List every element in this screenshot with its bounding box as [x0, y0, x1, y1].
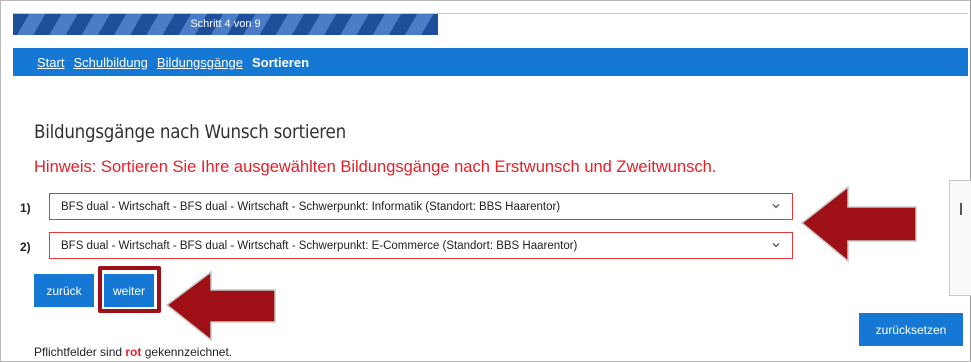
chevron-down-icon [772, 243, 780, 248]
choice-select-2[interactable]: BFS dual - Wirtschaft - BFS dual - Wirts… [49, 232, 793, 259]
footnote-before: Pflichtfelder sind [34, 345, 123, 359]
progress-label: Schritt 4 von 9 [190, 18, 261, 30]
choice-select-1-value: BFS dual - Wirtschaft - BFS dual - Wirts… [61, 200, 561, 213]
arrow-left-icon [800, 185, 917, 263]
footnote-red-word: rot [125, 345, 142, 359]
required-fields-note: Pflichtfelder sind rot gekennzeichnet. [34, 345, 232, 359]
nav-current-sortieren: Sortieren [251, 54, 310, 70]
choice-number-1: 1) [20, 201, 31, 215]
arrow-left-icon [165, 270, 276, 342]
footnote-after: gekennzeichnet. [144, 345, 233, 359]
reset-button[interactable]: zurücksetzen [859, 313, 963, 346]
chevron-down-icon [772, 204, 780, 209]
back-button[interactable]: zurück [34, 274, 94, 307]
nav-link-start[interactable]: Start [37, 55, 64, 70]
side-panel [949, 180, 971, 296]
choice-select-1[interactable]: BFS dual - Wirtschaft - BFS dual - Wirts… [49, 193, 793, 220]
nav-link-bildungsgaenge[interactable]: Bildungsgänge [157, 55, 243, 70]
choice-number-2: 2) [20, 240, 31, 254]
page-title: Bildungsgänge nach Wunsch sortieren [34, 121, 346, 143]
next-button-highlight [98, 266, 161, 313]
progress-bar: Schritt 4 von 9 [13, 13, 968, 35]
choice-select-2-value: BFS dual - Wirtschaft - BFS dual - Wirts… [61, 239, 578, 252]
nav-link-schulbildung[interactable]: Schulbildung [73, 55, 147, 70]
breadcrumb-nav: Start Schulbildung Bildungsgänge Sortier… [13, 48, 968, 76]
side-panel-marker [960, 203, 962, 215]
hint-text: Hinweis: Sortieren Sie Ihre ausgewählten… [34, 158, 717, 176]
